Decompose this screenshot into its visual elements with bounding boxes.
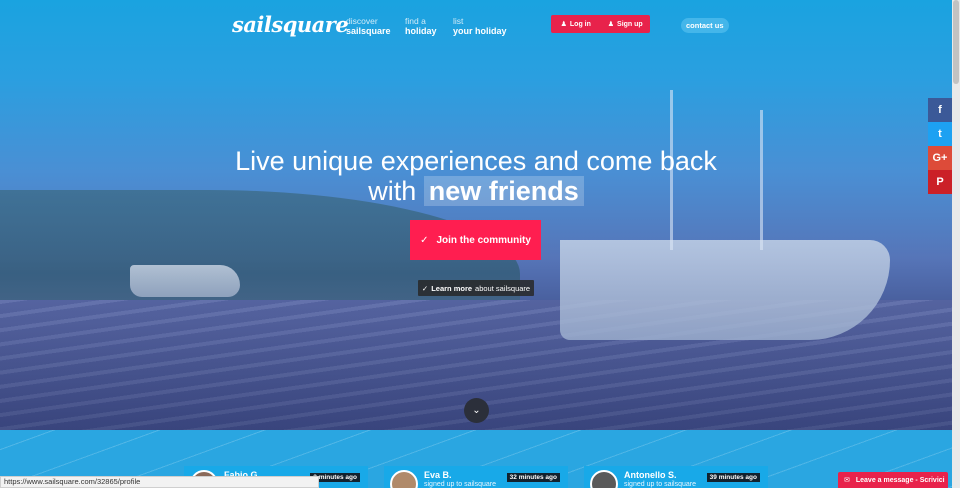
- nav-find-big: holiday: [405, 26, 437, 36]
- scroll-down-button[interactable]: ⌄: [464, 398, 489, 423]
- nav-find-small: find a: [405, 16, 426, 26]
- chevron-down-icon: ⌄: [472, 405, 481, 416]
- user-icon: ♟: [560, 21, 567, 28]
- headline-line1: Live unique experiences and come back: [235, 146, 717, 176]
- status-bar-url: https://www.sailsquare.com/32865/profile: [0, 476, 319, 488]
- check-icon: ✓: [421, 283, 429, 293]
- activity-time: 39 minutes ago: [706, 473, 760, 482]
- envelope-icon: ✉: [844, 477, 850, 484]
- nav-discover[interactable]: discover sailsquare: [346, 16, 391, 36]
- hero-headline: Live unique experiences and come back wi…: [0, 146, 952, 206]
- learn-more-rest: about sailsquare: [475, 283, 531, 293]
- activity-name: Antonello S.: [624, 470, 677, 480]
- sailsquare-logo[interactable]: sailsquare: [232, 12, 349, 37]
- headline-highlight: new friends: [423, 176, 584, 206]
- avatar: [390, 470, 418, 488]
- facebook-share-button[interactable]: f: [928, 98, 952, 122]
- nav-find-holiday[interactable]: find a holiday: [405, 16, 437, 36]
- twitter-share-button[interactable]: t: [928, 122, 952, 146]
- check-icon: ✓: [420, 234, 429, 246]
- auth-buttons: ♟ Log in ♟ Sign up: [551, 15, 650, 33]
- signup-button[interactable]: ♟ Sign up: [601, 15, 651, 33]
- leave-message-button[interactable]: ✉ Leave a message - Scrivici: [838, 472, 948, 488]
- facebook-icon: f: [938, 104, 942, 116]
- login-label: Log in: [569, 20, 591, 28]
- hero-section: sailsquare discover sailsquare find a ho…: [0, 0, 952, 430]
- headline-line2: with new friends: [0, 176, 952, 206]
- scrollbar-thumb[interactable]: [953, 0, 959, 84]
- nav-list-small: list: [453, 16, 464, 26]
- nav-list-holiday[interactable]: list your holiday: [453, 16, 507, 36]
- join-community-button[interactable]: ✓ Join the community: [410, 220, 541, 260]
- site-header: sailsquare discover sailsquare find a ho…: [0, 0, 952, 50]
- google-plus-share-button[interactable]: G+: [928, 146, 952, 170]
- learn-more-bold: Learn more: [431, 283, 473, 293]
- signup-label: Sign up: [617, 20, 643, 28]
- activity-card[interactable]: Eva B. signed up to sailsquare 32 minute…: [384, 466, 568, 488]
- learn-more-button[interactable]: ✓ Learn more about sailsquare: [418, 280, 534, 296]
- join-label: Join the community: [436, 234, 531, 246]
- user-icon: ♟: [607, 21, 615, 28]
- hero-sailboat: [560, 240, 890, 340]
- google-plus-icon: G+: [932, 152, 948, 164]
- leave-message-label: Leave a message - Scrivici: [855, 476, 945, 484]
- activity-card[interactable]: Antonello S. signed up to sailsquare 39 …: [584, 466, 768, 488]
- nav-discover-big: sailsquare: [346, 26, 391, 36]
- nav-discover-small: discover: [346, 16, 378, 26]
- nav-list-big: your holiday: [453, 26, 507, 36]
- contact-us-button[interactable]: contact us: [681, 18, 729, 33]
- headline-line2-prefix: with: [368, 176, 417, 206]
- pinterest-icon: P: [936, 176, 944, 188]
- hero-motorboat: [130, 265, 240, 297]
- activity-name: Eva B.: [424, 470, 452, 480]
- twitter-icon: t: [938, 128, 942, 140]
- pinterest-share-button[interactable]: P: [928, 170, 952, 194]
- avatar: [590, 470, 618, 488]
- page-scrollbar[interactable]: [952, 0, 960, 488]
- login-button[interactable]: ♟ Log in: [551, 15, 601, 33]
- activity-text: signed up to sailsquare: [624, 481, 696, 488]
- activity-text: signed up to sailsquare: [424, 481, 496, 488]
- activity-time: 32 minutes ago: [506, 473, 560, 482]
